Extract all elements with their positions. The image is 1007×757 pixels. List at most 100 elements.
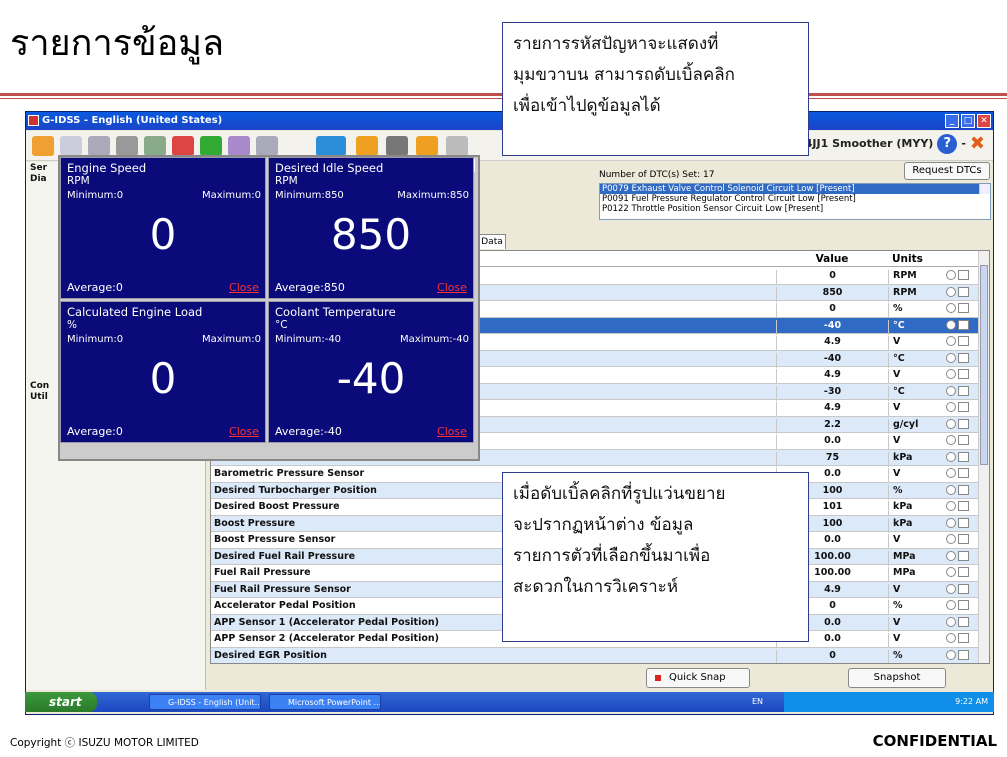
magnifier-icon[interactable] (946, 501, 956, 511)
magnifier-icon[interactable] (946, 435, 956, 445)
graph-icon[interactable] (958, 369, 969, 379)
param-value: 0.0 (776, 435, 888, 451)
print-icon[interactable] (256, 136, 278, 156)
book-icon[interactable] (60, 136, 82, 156)
clock: 9:22 AM (955, 697, 988, 706)
temperature-icon[interactable] (172, 136, 194, 156)
graph-icon[interactable] (958, 451, 969, 462)
graph-icon[interactable] (958, 435, 969, 445)
dtc-item[interactable]: P0122 Throttle Position Sensor Circuit L… (600, 204, 990, 214)
quick-snap-button[interactable]: Quick Snap (646, 668, 750, 688)
magnifier-icon[interactable] (946, 550, 956, 561)
snapshot-button[interactable]: Snapshot (848, 668, 946, 688)
dtc-scrollbar[interactable] (979, 184, 990, 194)
nav-item-utilities[interactable]: Util (30, 392, 48, 402)
graph-icon[interactable] (958, 352, 969, 363)
magnifier-icon[interactable] (946, 517, 956, 528)
graph-icon[interactable] (958, 534, 969, 544)
magnifier-icon[interactable] (946, 484, 956, 495)
magnifier-icon[interactable] (946, 616, 956, 627)
gauge-close-link[interactable]: Close (229, 425, 259, 438)
copyright: Copyright ⓒ ISUZU MOTOR LIMITED (10, 737, 199, 749)
home-icon[interactable] (32, 136, 54, 156)
diagnosis-icon[interactable] (88, 136, 110, 156)
dtc-item[interactable]: P0079 Exhaust Valve Control Solenoid Cir… (600, 184, 990, 194)
settings-icon[interactable] (116, 136, 138, 156)
gauge-max: Maximum:-40 (400, 334, 469, 345)
magnifier-icon[interactable] (946, 352, 956, 363)
graph-icon[interactable] (958, 550, 969, 561)
table-row[interactable]: Desired EGR Position 0% (211, 647, 979, 663)
gauge-min: Minimum:-40 (275, 334, 342, 345)
pin-icon[interactable] (228, 136, 250, 156)
close-window-button[interactable]: ✕ (977, 114, 991, 128)
monitor-icon[interactable] (316, 136, 346, 156)
graph-icon[interactable] (958, 501, 969, 511)
nav-item-diagnosis[interactable]: Dia (30, 174, 47, 184)
graph-icon[interactable] (958, 567, 969, 577)
language-indicator[interactable]: EN (752, 692, 763, 712)
exit-icon[interactable]: ✖ (970, 133, 985, 154)
scroll-thumb[interactable] (980, 265, 988, 465)
magnifier-icon[interactable] (946, 567, 956, 577)
task-gidss[interactable]: G-IDSS - English (Unit... (149, 694, 261, 710)
magnifier-icon[interactable] (946, 633, 956, 643)
graph-icon[interactable] (958, 319, 969, 330)
frog-icon[interactable] (200, 136, 222, 156)
magnifier-icon[interactable] (946, 649, 956, 660)
start-button[interactable]: start (25, 692, 97, 712)
magnifier-icon[interactable] (946, 534, 956, 544)
magnifier-icon[interactable] (946, 336, 956, 346)
gauge-min: Minimum:0 (67, 334, 124, 345)
tab-data[interactable]: Data (478, 234, 506, 249)
gauge-close-link[interactable]: Close (437, 425, 467, 438)
magnifier-icon[interactable] (946, 418, 956, 429)
magnifier-icon[interactable] (946, 270, 956, 280)
magnifier-icon[interactable] (946, 286, 956, 297)
graph-icon[interactable] (958, 286, 969, 297)
graph-icon[interactable] (958, 468, 969, 478)
tools-icon[interactable] (144, 136, 166, 156)
help-icon[interactable]: ? (937, 133, 958, 154)
magnifier-icon[interactable] (946, 385, 956, 396)
gauge-close-link[interactable]: Close (229, 281, 259, 294)
param-name: Boost Pressure (214, 517, 296, 529)
graph-icon[interactable] (958, 484, 969, 495)
magnifier-icon[interactable] (946, 319, 956, 330)
magnifier-icon[interactable] (946, 303, 956, 313)
dtc-list[interactable]: P0079 Exhaust Valve Control Solenoid Cir… (599, 183, 991, 220)
dtc-item[interactable]: P0091 Fuel Pressure Regulator Control Ci… (600, 194, 990, 204)
graph-icon[interactable] (958, 517, 969, 528)
graph-icon[interactable] (958, 303, 969, 313)
maximize-button[interactable]: □ (961, 114, 975, 128)
graph-icon[interactable] (958, 270, 969, 280)
request-dtcs-button[interactable]: Request DTCs (904, 162, 990, 180)
gauge-close-link[interactable]: Close (437, 281, 467, 294)
save-icon[interactable] (386, 136, 408, 156)
graph-icon[interactable] (958, 600, 969, 610)
flash-icon[interactable] (416, 136, 438, 156)
task-powerpoint[interactable]: Microsoft PowerPoint ... (269, 694, 381, 710)
graph-icon[interactable] (958, 583, 969, 594)
magnifier-icon[interactable] (946, 402, 956, 412)
graph-icon[interactable] (958, 633, 969, 643)
graph-icon[interactable] (958, 385, 969, 396)
graph-icon[interactable] (958, 418, 969, 429)
nav-item-configuration[interactable]: Con (30, 381, 49, 391)
graph-icon[interactable] (958, 402, 969, 412)
gauge-name: Calculated Engine Load (67, 305, 203, 319)
connect-icon[interactable] (446, 136, 468, 156)
magnifier-icon[interactable] (946, 451, 956, 462)
minimize-button[interactable]: _ (945, 114, 959, 128)
param-name: Desired Turbocharger Position (214, 484, 377, 496)
lightning-icon[interactable] (356, 136, 378, 156)
magnifier-icon[interactable] (946, 468, 956, 478)
graph-icon[interactable] (958, 616, 969, 627)
magnifier-icon[interactable] (946, 600, 956, 610)
graph-icon[interactable] (958, 649, 969, 660)
magnifier-icon[interactable] (946, 369, 956, 379)
graph-icon[interactable] (958, 336, 969, 346)
grid-scrollbar[interactable] (978, 251, 989, 663)
magnifier-icon[interactable] (946, 583, 956, 594)
nav-item-service[interactable]: Ser (30, 163, 47, 173)
